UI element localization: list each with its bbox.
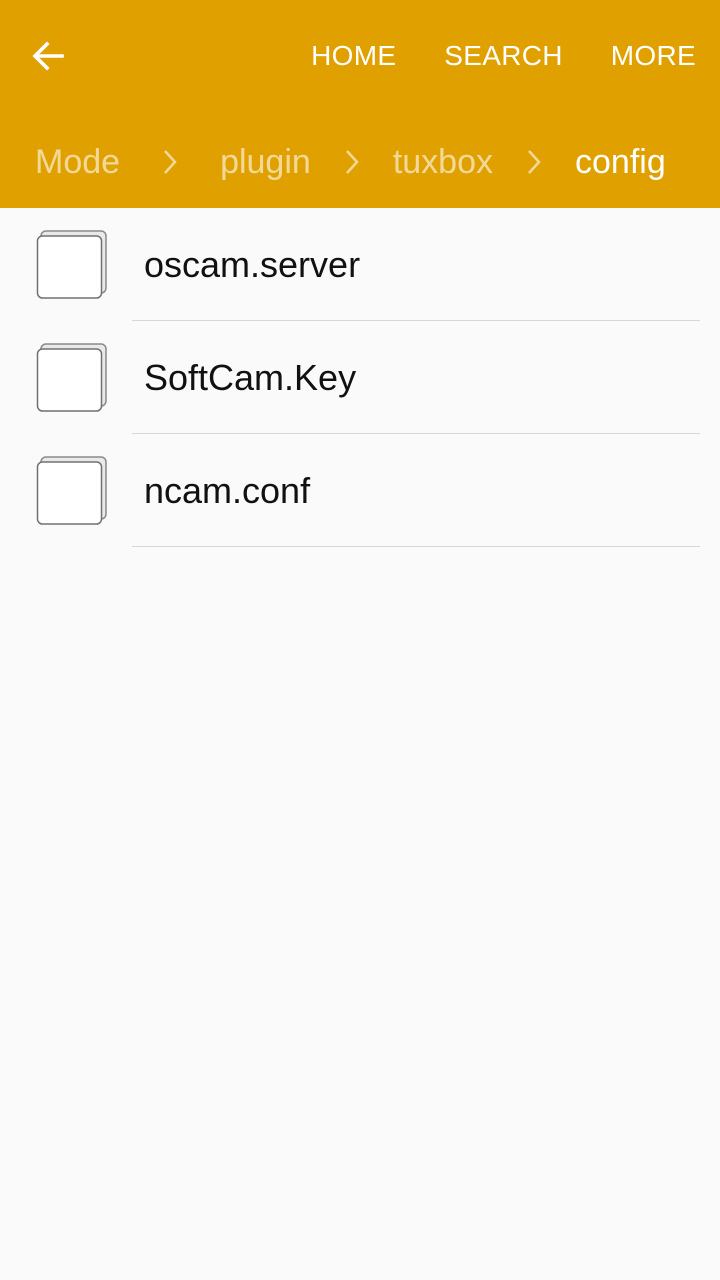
header-actions: HOME SEARCH MORE	[287, 30, 720, 82]
file-icon	[36, 230, 107, 299]
breadcrumb-item-mode[interactable]: Mode	[35, 143, 120, 182]
home-button[interactable]: HOME	[287, 30, 420, 82]
breadcrumb-item-plugin[interactable]: plugin	[220, 143, 311, 182]
file-name: ncam.conf	[144, 470, 311, 511]
file-list: oscam.server SoftCam.Key ncam.conf	[0, 208, 720, 547]
chevron-right-icon	[120, 148, 220, 176]
breadcrumb: Mode plugin tuxbox config	[0, 132, 720, 192]
search-button[interactable]: SEARCH	[420, 30, 587, 82]
divider	[132, 546, 700, 547]
chevron-right-icon	[493, 148, 575, 176]
file-manager-screen: HOME SEARCH MORE Mode plugin tuxbox conf…	[0, 0, 720, 1280]
file-name: oscam.server	[144, 244, 361, 285]
file-icon	[36, 456, 107, 525]
app-header: HOME SEARCH MORE Mode plugin tuxbox conf…	[0, 0, 720, 208]
chevron-right-icon	[311, 148, 393, 176]
arrow-left-icon	[32, 41, 64, 71]
list-item[interactable]: SoftCam.Key	[0, 321, 720, 434]
file-icon	[36, 343, 107, 412]
more-button[interactable]: MORE	[587, 30, 720, 82]
breadcrumb-item-tuxbox[interactable]: tuxbox	[393, 143, 493, 182]
list-item[interactable]: oscam.server	[0, 208, 720, 321]
file-name: SoftCam.Key	[144, 357, 357, 398]
list-item[interactable]: ncam.conf	[0, 434, 720, 547]
back-button[interactable]	[14, 22, 82, 90]
breadcrumb-item-config[interactable]: config	[575, 143, 666, 182]
